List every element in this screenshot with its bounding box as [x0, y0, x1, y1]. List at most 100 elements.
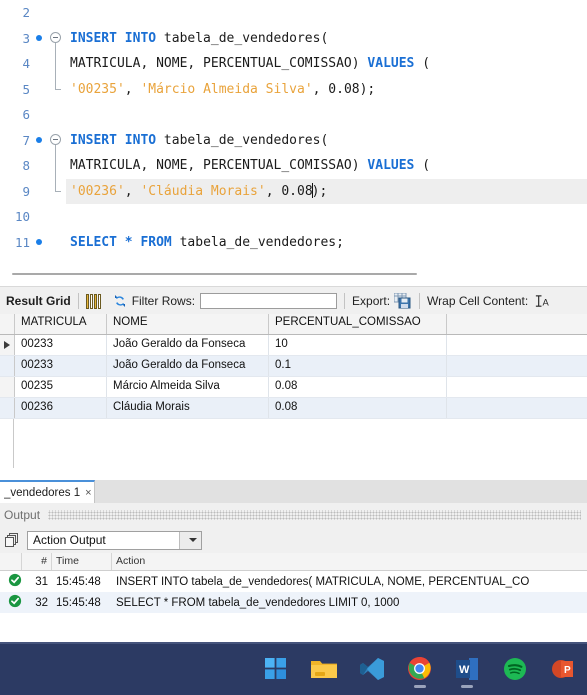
spotify-icon[interactable]: [491, 647, 539, 691]
code-text[interactable]: [66, 204, 587, 230]
table-cell[interactable]: João Geraldo da Fonseca: [107, 356, 269, 376]
table-cell[interactable]: Márcio Almeida Silva: [107, 377, 269, 397]
log-row[interactable]: 32 15:45:48 SELECT * FROM tabela_de_vended…: [0, 592, 587, 613]
result-grid[interactable]: MATRICULA NOME PERCENTUAL_COMISSAO 00233 Jo…: [0, 314, 587, 480]
code-line[interactable]: 9 '00236', 'Cláudia Morais', 0.08);: [0, 178, 587, 205]
code-line[interactable]: 11 SELECT * FROM tabela_de_vendedores;: [0, 230, 587, 256]
output-grip: [48, 510, 581, 520]
windows-taskbar[interactable]: WP: [0, 642, 587, 695]
log-row[interactable]: 31 15:45:48 INSERT INTO tabela_de_vendedor…: [0, 571, 587, 592]
fold-marker[interactable]: [46, 153, 66, 179]
toolbar-divider-3: [419, 293, 421, 309]
code-line[interactable]: 8 MATRICULA, NOME, PERCENTUAL_COMISSAO) V…: [0, 153, 587, 179]
output-type-select[interactable]: Action Output: [27, 530, 202, 550]
powerpoint-icon[interactable]: P: [539, 647, 587, 691]
code-line[interactable]: 5 '00235', 'Márcio Almeida Silva', 0.08);: [0, 76, 587, 103]
token-id: MATRICULA, NOME, PERCENTUAL_COMISSAO): [70, 158, 368, 174]
fold-marker[interactable]: [46, 102, 66, 128]
action-output-rows[interactable]: 31 15:45:48 INSERT INTO tabela_de_vendedor…: [0, 571, 587, 613]
output-type-value: Action Output: [33, 533, 106, 547]
code-text[interactable]: [66, 0, 587, 26]
file-explorer-icon[interactable]: [300, 647, 348, 691]
breakpoint-marker[interactable]: [32, 239, 46, 246]
column-header[interactable]: NOME: [107, 314, 269, 334]
token-id: (: [422, 158, 431, 174]
line-number: 10: [14, 209, 30, 225]
chrome-icon[interactable]: [396, 647, 444, 691]
code-text[interactable]: MATRICULA, NOME, PERCENTUAL_COMISSAO) VA…: [66, 51, 587, 77]
table-cell[interactable]: 00236: [15, 398, 107, 418]
close-icon[interactable]: ×: [85, 487, 91, 499]
log-column-header[interactable]: #: [22, 553, 52, 570]
wrap-text-icon[interactable]: A: [534, 294, 550, 309]
code-text[interactable]: '00235', 'Márcio Almeida Silva', 0.08);: [66, 77, 587, 103]
table-cell[interactable]: 00235: [15, 377, 107, 397]
grid-view-icon[interactable]: [85, 293, 101, 309]
code-line[interactable]: 2: [0, 0, 587, 26]
row-marker[interactable]: [0, 335, 15, 355]
vscode-icon[interactable]: [348, 647, 396, 691]
table-cell[interactable]: Cláudia Morais: [107, 398, 269, 418]
code-line[interactable]: 7 INSERT INTO tabela_de_vendedores(: [0, 128, 587, 154]
column-header[interactable]: PERCENTUAL_COMISSAO: [269, 314, 447, 334]
row-marker[interactable]: [0, 356, 15, 376]
code-line[interactable]: 6: [0, 102, 587, 128]
chevron-down-icon[interactable]: [179, 531, 201, 549]
code-text[interactable]: MATRICULA, NOME, PERCENTUAL_COMISSAO) VA…: [66, 153, 587, 179]
table-row[interactable]: 00233 João Geraldo da Fonseca 0.1: [0, 356, 587, 377]
table-row[interactable]: 00236 Cláudia Morais 0.08: [0, 398, 587, 419]
code-text[interactable]: INSERT INTO tabela_de_vendedores(: [66, 128, 587, 154]
panels-icon[interactable]: [5, 532, 21, 548]
fold-marker[interactable]: [46, 230, 66, 256]
action-output-table[interactable]: # Time Action 31 15:45:48 INSERT INTO tabela…: [0, 553, 587, 642]
tab-vendedores-1[interactable]: _vendedores 1 ×: [0, 480, 95, 503]
word-icon[interactable]: W: [443, 647, 491, 691]
code-line[interactable]: 3 INSERT INTO tabela_de_vendedores(: [0, 26, 587, 52]
code-line[interactable]: 10: [0, 204, 587, 230]
breakpoint-marker[interactable]: [32, 137, 46, 144]
code-line[interactable]: 4 MATRICULA, NOME, PERCENTUAL_COMISSAO) V…: [0, 51, 587, 77]
log-column-header[interactable]: [0, 553, 22, 570]
table-cell[interactable]: 0.1: [269, 356, 447, 376]
table-cell[interactable]: 00233: [15, 356, 107, 376]
log-sequence-number: 31: [35, 575, 48, 588]
result-grid-body[interactable]: 00233 João Geraldo da Fonseca 10 00233 João …: [0, 335, 587, 419]
breakpoint-marker[interactable]: [32, 35, 46, 42]
fold-marker[interactable]: [46, 76, 66, 103]
start-button-icon[interactable]: [252, 647, 300, 691]
refresh-icon[interactable]: [112, 293, 128, 309]
code-text[interactable]: INSERT INTO tabela_de_vendedores(: [66, 26, 587, 52]
line-number: 9: [22, 183, 30, 199]
sql-editor[interactable]: 2 3 INSERT INTO tabela_de_vendedores(4 MATR…: [0, 0, 587, 262]
current-row-arrow-icon: [4, 341, 10, 349]
filter-rows-input[interactable]: [200, 293, 338, 309]
fold-marker[interactable]: [46, 26, 66, 51]
table-row[interactable]: 00233 João Geraldo da Fonseca 10: [0, 335, 587, 356]
row-marker[interactable]: [0, 398, 15, 418]
table-cell[interactable]: João Geraldo da Fonseca: [107, 335, 269, 355]
code-text[interactable]: SELECT * FROM tabela_de_vendedores;: [66, 230, 587, 256]
fold-marker[interactable]: [46, 51, 66, 77]
table-cell[interactable]: 0.08: [269, 398, 447, 418]
fold-marker[interactable]: [46, 178, 66, 205]
table-cell[interactable]: 10: [269, 335, 447, 355]
log-column-header[interactable]: Action: [112, 553, 587, 570]
export-save-icon[interactable]: [393, 292, 412, 309]
token-pun: );: [359, 81, 376, 97]
code-text[interactable]: '00236', 'Cláudia Morais', 0.08);: [66, 178, 587, 204]
log-column-header[interactable]: Time: [52, 553, 112, 570]
table-cell[interactable]: 00233: [15, 335, 107, 355]
splitter-handle[interactable]: [12, 273, 417, 275]
token-pun: ,: [265, 184, 282, 200]
fold-marker[interactable]: [46, 128, 66, 153]
fold-marker[interactable]: [46, 0, 66, 26]
table-cell[interactable]: 0.08: [269, 377, 447, 397]
running-indicator: [413, 684, 426, 688]
row-marker[interactable]: [0, 377, 15, 397]
editor-results-splitter[interactable]: [0, 262, 587, 286]
table-row[interactable]: 00235 Márcio Almeida Silva 0.08: [0, 377, 587, 398]
fold-marker[interactable]: [46, 204, 66, 230]
code-text[interactable]: [66, 102, 587, 128]
column-header[interactable]: MATRICULA: [15, 314, 107, 334]
